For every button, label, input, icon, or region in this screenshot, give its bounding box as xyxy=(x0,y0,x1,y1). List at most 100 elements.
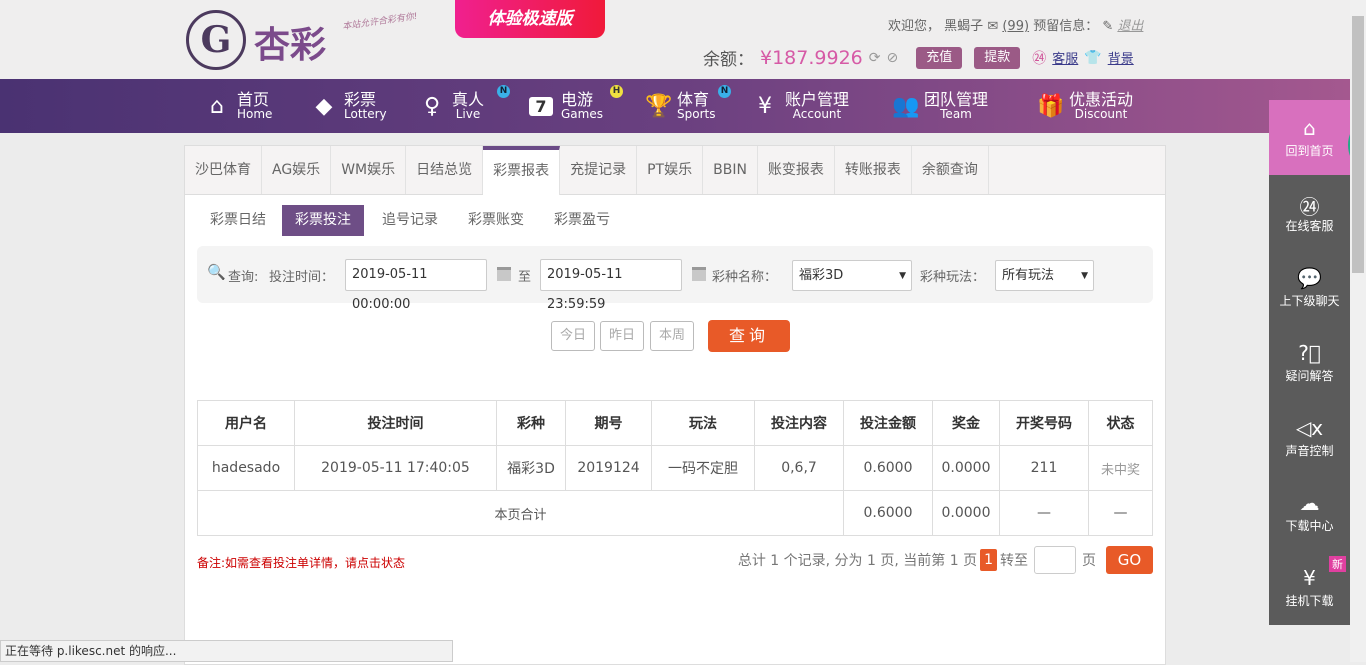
calendar-icon[interactable] xyxy=(692,267,706,281)
lottery-value: 福彩3D xyxy=(799,268,844,283)
page-1-button[interactable]: 1 xyxy=(980,549,997,571)
subtab-bets[interactable]: 彩票投注 xyxy=(282,205,364,236)
refresh-icon[interactable]: ⟳ xyxy=(869,50,881,66)
col-username: 用户名 xyxy=(197,400,295,446)
tab-balance[interactable]: 余额查询 xyxy=(912,146,989,194)
tab-pt[interactable]: PT娱乐 xyxy=(637,146,704,194)
today-button[interactable]: 今日 xyxy=(551,321,595,351)
yesterday-button[interactable]: 昨日 xyxy=(600,321,644,351)
sidebar-label: 回到首页 xyxy=(1285,144,1334,158)
service-link[interactable]: 客服 xyxy=(1052,48,1078,67)
home-icon: ⌂ xyxy=(1303,116,1316,140)
play-label: 彩种玩法： xyxy=(920,270,986,285)
lottery-label: 彩种名称： xyxy=(712,270,778,285)
sidebar-download[interactable]: ☁ 下载中心 xyxy=(1269,475,1350,550)
tab-transfer[interactable]: 转账报表 xyxy=(835,146,912,194)
subtab-daily[interactable]: 彩票日结 xyxy=(197,205,279,236)
nav-games[interactable]: 7 电游 Games H xyxy=(529,79,623,133)
balance: 余额： ¥187.9926 ⟳ ⊘ 充值 提款 ㉔ 客服 👕 背景 xyxy=(703,45,1134,70)
goto-page-input[interactable] xyxy=(1034,546,1076,574)
tab-wm[interactable]: WM娱乐 xyxy=(331,146,407,194)
nav-label: 团队管理 xyxy=(924,90,989,109)
mail-icon[interactable]: ✉ xyxy=(987,19,998,34)
logout-link[interactable]: 退出 xyxy=(1117,19,1143,34)
new-badge: N xyxy=(497,85,510,98)
tab-daily[interactable]: 日结总览 xyxy=(406,146,484,194)
to-label: 至 xyxy=(518,270,532,285)
end-time-input[interactable]: 2019-05-11 23:59:59 xyxy=(540,259,682,312)
sidebar-home[interactable]: ⌂ 回到首页 xyxy=(1269,100,1350,175)
week-button[interactable]: 本周 xyxy=(650,321,694,351)
nav-live[interactable]: ♀ 真人 Live N xyxy=(420,79,510,133)
go-button[interactable]: GO xyxy=(1106,546,1153,574)
nav-home[interactable]: ⌂ 首页 Home xyxy=(205,79,272,133)
sidebar-label: 挂机下载 xyxy=(1285,594,1334,608)
tab-saba[interactable]: 沙巴体育 xyxy=(185,146,262,194)
tab-bbin[interactable]: BBIN xyxy=(703,146,758,194)
nav-sports[interactable]: 🏆 体育 Sports N xyxy=(645,79,731,133)
sidebar-chat[interactable]: 💬 上下级聊天 xyxy=(1269,250,1350,325)
tab-lottery-report[interactable]: 彩票报表 xyxy=(483,146,561,195)
headset-icon: ㉔ xyxy=(1299,195,1320,219)
bets-table: 用户名 投注时间 彩种 期号 玩法 投注内容 投注金额 奖金 开奖号码 状态 h… xyxy=(197,400,1153,536)
nav-lottery[interactable]: ◆ 彩票 Lottery xyxy=(312,79,387,133)
sidebar-bot-download[interactable]: ¥ 挂机下载新 xyxy=(1269,550,1350,625)
sidebar-sound[interactable]: ◁x 声音控制 xyxy=(1269,400,1350,475)
note-text: 备注:如需查看投注单详情，请点击状态 xyxy=(197,556,406,570)
mail-count[interactable]: (99) xyxy=(1002,19,1029,34)
shirt-icon: 👕 xyxy=(1084,49,1102,66)
nav-account[interactable]: ¥ 账户管理 Account xyxy=(753,79,849,133)
play-select[interactable]: 所有玩法 ▼ xyxy=(995,260,1094,291)
sidebar-label: 下载中心 xyxy=(1285,519,1334,533)
play-value: 所有玩法 xyxy=(1002,268,1055,283)
edit-icon[interactable]: ✎ xyxy=(1102,19,1113,34)
nav-sublabel: Home xyxy=(237,107,273,121)
tab-ag[interactable]: AG娱乐 xyxy=(262,146,332,194)
nav-label: 体育 xyxy=(677,90,710,109)
logo-text: 杏彩 xyxy=(254,24,327,66)
lottery-select[interactable]: 福彩3D ▼ xyxy=(792,260,912,291)
yen-icon: ¥ xyxy=(758,93,772,119)
cloud-download-icon: ☁ xyxy=(1299,491,1320,515)
nav-discount[interactable]: 🎁 优惠活动 Discount xyxy=(1037,79,1133,133)
nav-label: 彩票 xyxy=(344,90,377,109)
sidebar-faq[interactable]: ?⃝ 疑问解答 xyxy=(1269,325,1350,400)
col-draw: 开奖号码 xyxy=(999,400,1089,446)
page-label: 页 xyxy=(1082,553,1096,569)
withdraw-button[interactable]: 提款 xyxy=(974,46,1021,69)
deposit-button[interactable]: 充值 xyxy=(916,46,963,69)
nav-sublabel: Games xyxy=(561,107,603,121)
hide-eye-icon[interactable]: ⊘ xyxy=(886,50,898,66)
calendar-icon[interactable] xyxy=(497,267,511,281)
nav-sublabel: Sports xyxy=(677,107,716,121)
sidebar-label: 疑问解答 xyxy=(1285,369,1334,383)
table-header: 用户名 投注时间 彩种 期号 玩法 投注内容 投注金额 奖金 开奖号码 状态 xyxy=(197,400,1153,446)
subtab-changes[interactable]: 彩票账变 xyxy=(455,205,537,236)
subtab-profit[interactable]: 彩票盈亏 xyxy=(541,205,623,236)
search-button[interactable]: 查询 xyxy=(708,320,790,352)
col-status: 状态 xyxy=(1088,400,1153,446)
logo-icon[interactable]: G xyxy=(186,10,246,70)
subtab-chase[interactable]: 追号记录 xyxy=(369,205,451,236)
search-icon: 🔍 xyxy=(207,263,226,281)
start-time-input[interactable]: 2019-05-11 00:00:00 xyxy=(345,259,487,312)
tab-deposit-records[interactable]: 充提记录 xyxy=(560,146,638,194)
cell-draw: 211 xyxy=(999,445,1089,491)
trophy-icon: 🏆 xyxy=(645,93,673,119)
nav-label: 真人 xyxy=(452,90,485,109)
nav-team[interactable]: 👥 团队管理 Team xyxy=(892,79,988,133)
home-icon: ⌂ xyxy=(210,93,224,119)
background-link[interactable]: 背景 xyxy=(1108,48,1134,67)
nav-label: 电游 xyxy=(561,90,594,109)
scrollbar[interactable] xyxy=(1350,0,1366,662)
nav-sublabel: Live xyxy=(455,107,481,121)
speed-version-button[interactable]: 体验极速版 xyxy=(455,0,605,38)
cell-status[interactable]: 未中奖 xyxy=(1088,445,1153,491)
seven-icon: 7 xyxy=(529,96,553,116)
cell-lottery: 福彩3D xyxy=(496,445,566,491)
new-badge: 新 xyxy=(1329,556,1346,572)
scrollbar-thumb[interactable] xyxy=(1352,16,1364,273)
sidebar-service[interactable]: ㉔在线客服 xyxy=(1269,175,1350,250)
tab-account-changes[interactable]: 账变报表 xyxy=(758,146,835,194)
nav-label: 优惠活动 xyxy=(1069,90,1134,109)
